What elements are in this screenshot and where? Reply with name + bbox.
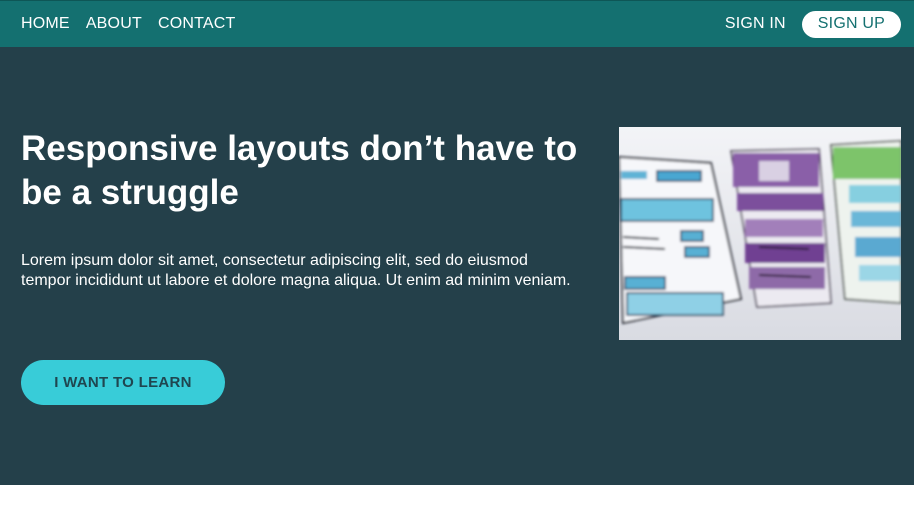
sign-in-link[interactable]: SIGN IN xyxy=(725,15,786,33)
hero-title: Responsive layouts don’t have to be a st… xyxy=(21,129,578,212)
hero-description: Lorem ipsum dolor sit amet, consectetur … xyxy=(21,252,571,289)
main-nav: HOME ABOUT CONTACT xyxy=(21,1,235,47)
top-navbar: HOME ABOUT CONTACT SIGN IN SIGN UP xyxy=(0,0,914,47)
auth-nav: SIGN IN SIGN UP xyxy=(725,1,901,47)
sign-up-button[interactable]: SIGN UP xyxy=(801,10,901,38)
wireframe-sketch-illustration xyxy=(619,127,901,340)
hero-section: Responsive layouts don’t have to be a st… xyxy=(0,47,914,485)
nav-link-home[interactable]: HOME xyxy=(21,15,70,33)
learn-more-button[interactable]: I WANT TO LEARN xyxy=(21,360,225,405)
hero-wireframe-image xyxy=(619,127,901,340)
nav-link-about[interactable]: ABOUT xyxy=(86,15,142,33)
nav-link-contact[interactable]: CONTACT xyxy=(158,15,236,33)
